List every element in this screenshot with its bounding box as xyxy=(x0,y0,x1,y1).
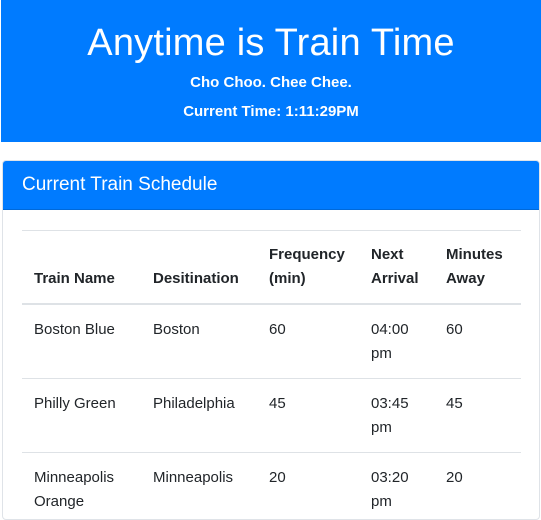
cell-destination: Philadelphia xyxy=(141,379,257,453)
column-header-next-arrival: Next Arrival xyxy=(359,231,434,305)
cell-minutes-away: 20 xyxy=(434,453,521,520)
cell-frequency: 60 xyxy=(257,304,359,379)
cell-train-name: Philly Green xyxy=(22,379,141,453)
jumbotron-header: Anytime is Train Time Cho Choo. Chee Che… xyxy=(1,0,541,142)
page-subtitle: Cho Choo. Chee Chee. xyxy=(1,72,541,94)
schedule-card-header: Current Train Schedule xyxy=(3,161,539,210)
table-row: Philly Green Philadelphia 45 03:45 pm 45 xyxy=(22,379,521,453)
cell-frequency: 45 xyxy=(257,379,359,453)
cell-next-arrival: 03:45 pm xyxy=(359,379,434,453)
schedule-card-body: Train Name Desitination Frequency (min) … xyxy=(3,210,539,520)
cell-next-arrival: 04:00 pm xyxy=(359,304,434,379)
column-header-destination: Desitination xyxy=(141,231,257,305)
page-title: Anytime is Train Time xyxy=(1,20,541,66)
column-header-minutes-away: Minutes Away xyxy=(434,231,521,305)
schedule-table: Train Name Desitination Frequency (min) … xyxy=(22,230,521,520)
cell-minutes-away: 45 xyxy=(434,379,521,453)
table-row: Boston Blue Boston 60 04:00 pm 60 xyxy=(22,304,521,379)
cell-train-name: Minneapolis Orange xyxy=(22,453,141,520)
current-time: Current Time: 1:11:29PM xyxy=(1,101,541,123)
schedule-card: Current Train Schedule Train Name Desiti… xyxy=(2,160,540,520)
cell-destination: Minneapolis xyxy=(141,453,257,520)
cell-destination: Boston xyxy=(141,304,257,379)
schedule-table-head: Train Name Desitination Frequency (min) … xyxy=(22,231,521,305)
cell-train-name: Boston Blue xyxy=(22,304,141,379)
table-row: Minneapolis Orange Minneapolis 20 03:20 … xyxy=(22,453,521,520)
column-header-train-name: Train Name xyxy=(22,231,141,305)
schedule-table-body: Boston Blue Boston 60 04:00 pm 60 Philly… xyxy=(22,304,521,520)
table-header-row: Train Name Desitination Frequency (min) … xyxy=(22,231,521,305)
column-header-frequency: Frequency (min) xyxy=(257,231,359,305)
cell-next-arrival: 03:20 pm xyxy=(359,453,434,520)
cell-minutes-away: 60 xyxy=(434,304,521,379)
cell-frequency: 20 xyxy=(257,453,359,520)
